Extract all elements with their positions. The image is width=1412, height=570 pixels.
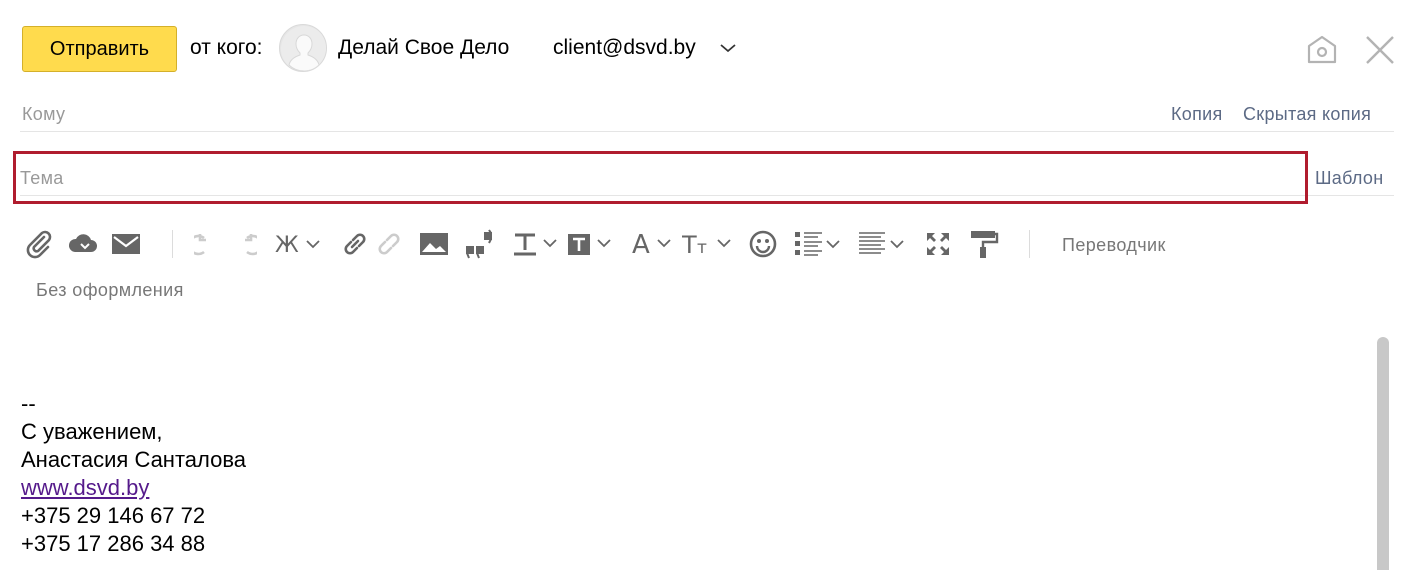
bold-icon[interactable]: Ж (275, 226, 325, 262)
svg-text:Ж: Ж (275, 233, 299, 256)
unlink-icon[interactable] (372, 226, 406, 262)
svg-text:T: T (682, 231, 697, 257)
svg-text:т: т (697, 238, 707, 257)
camera-icon[interactable] (1305, 34, 1339, 66)
to-underline (20, 131, 1394, 132)
redo-icon[interactable] (228, 226, 258, 262)
image-icon[interactable] (418, 226, 450, 262)
toolbar-separator (172, 230, 173, 258)
emoji-icon[interactable] (746, 226, 780, 262)
signature-website-link[interactable]: www.dsvd.by (21, 474, 149, 502)
signature-phone-1: +375 29 146 67 72 (21, 503, 206, 528)
cc-link[interactable]: Копия (1171, 104, 1223, 125)
font-icon[interactable]: A (632, 226, 682, 262)
attach-icon[interactable] (22, 226, 56, 262)
send-button[interactable]: Отправить (22, 26, 177, 72)
subject-highlight-frame (13, 151, 1308, 204)
sender-email[interactable]: client@dsvd.by (553, 36, 696, 60)
template-link[interactable]: Шаблон (1315, 168, 1383, 189)
cloud-attach-icon[interactable] (66, 226, 100, 262)
plain-format-toggle[interactable]: Без оформления (36, 280, 184, 301)
bcc-link[interactable]: Скрытая копия (1243, 104, 1371, 125)
from-label: от кого: (190, 36, 263, 59)
translator-button[interactable]: Переводчик (1062, 235, 1166, 256)
list-icon[interactable] (793, 226, 845, 262)
avatar[interactable] (279, 24, 327, 72)
signature-greeting: С уважением, (21, 419, 163, 444)
user-silhouette-icon (281, 26, 326, 71)
signature-phone-2: +375 17 286 34 88 (21, 531, 206, 556)
chevron-down-icon[interactable] (718, 38, 738, 58)
sender-name[interactable]: Делай Свое Дело (338, 36, 509, 60)
toolbar-separator (1029, 230, 1030, 258)
quote-icon[interactable] (462, 226, 498, 262)
link-icon[interactable] (338, 226, 372, 262)
signature-separator: -- (21, 391, 36, 416)
align-icon[interactable] (857, 226, 909, 262)
close-icon[interactable] (1364, 34, 1396, 66)
signature-name: Анастасия Санталова (21, 447, 247, 472)
scrollbar-thumb[interactable] (1377, 337, 1389, 570)
undo-icon[interactable] (193, 226, 223, 262)
mail-attach-icon[interactable] (110, 226, 142, 262)
to-field[interactable]: Кому (22, 104, 65, 125)
font-size-icon[interactable]: T т (682, 226, 736, 262)
text-color-icon[interactable] (512, 226, 562, 262)
format-paint-icon[interactable] (966, 226, 1000, 262)
text-background-icon[interactable] (566, 226, 616, 262)
fullscreen-icon[interactable] (922, 226, 954, 262)
svg-text:A: A (632, 231, 650, 257)
